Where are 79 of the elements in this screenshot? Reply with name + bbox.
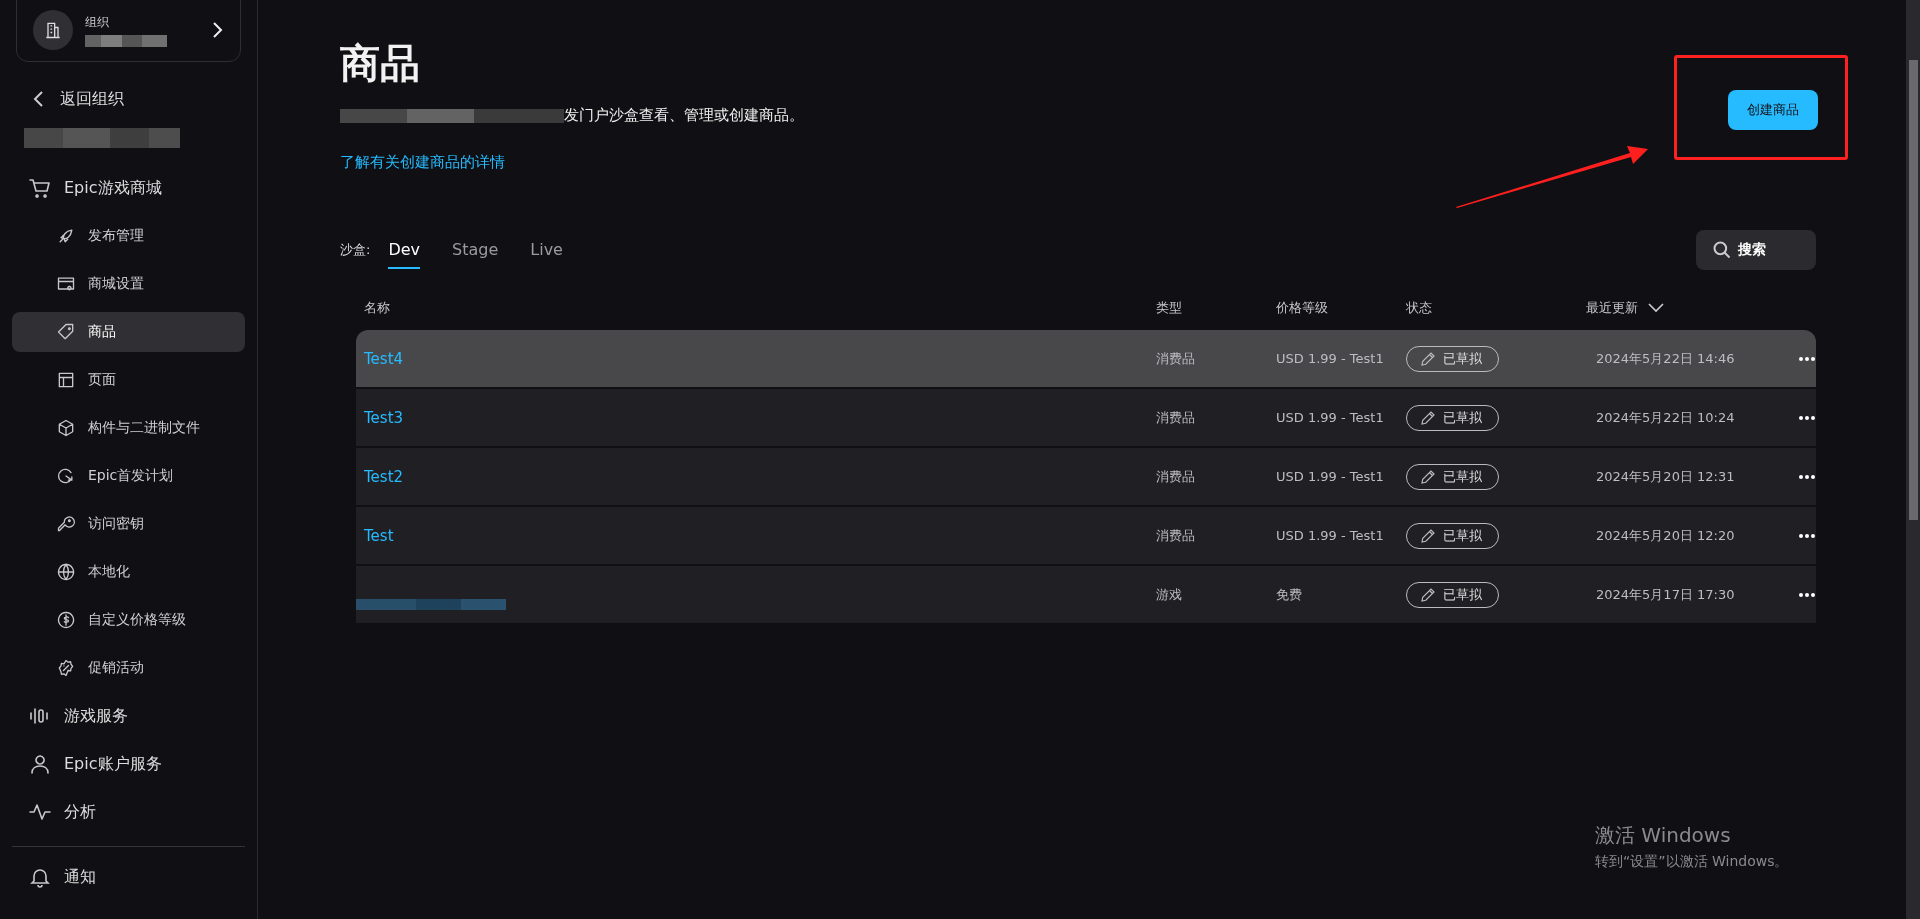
nav-icon — [56, 466, 76, 486]
sort-column-header[interactable]: 最近更新 — [1586, 299, 1766, 317]
caret-icon — [1648, 303, 1664, 313]
search-button[interactable]: 搜索 — [1696, 230, 1816, 270]
building-icon — [33, 10, 73, 50]
table-cell-text: 2024年5月20日 12:20 — [1595, 526, 1736, 545]
page-description: 发门户沙盒查看、管理或创建商品。 — [564, 106, 804, 125]
sandbox-label: 沙盒: — [340, 241, 371, 259]
table-row[interactable]: Test3 消费品 USD 1.99 - Test1 已草拟 2024年5月22日 10:24 — [356, 389, 1816, 446]
nav-item[interactable]: Epic游戏商城 — [12, 164, 245, 212]
nav-item[interactable]: 商品 — [12, 312, 245, 352]
more-icon[interactable] — [1798, 532, 1816, 539]
search-icon — [1712, 240, 1732, 260]
activation-message: 转到“设置”以激活 Windows。 — [1595, 853, 1789, 871]
nav-item[interactable]: 游戏服务 — [12, 692, 245, 740]
organization-card[interactable]: 组织 — [16, 0, 241, 62]
nav-item[interactable]: 自定义价格等级 — [12, 600, 245, 640]
nav-item[interactable]: Epic首发计划 — [12, 456, 245, 496]
table-row[interactable]: Test2 消费品 USD 1.99 - Test1 已草拟 2024年5月20日 12:31 — [356, 448, 1816, 505]
more-icon[interactable] — [1798, 591, 1816, 598]
nav-item[interactable]: 促销活动 — [12, 648, 245, 688]
nav-item[interactable]: 分析 — [12, 788, 245, 836]
table-cell-text: 消费品 — [1156, 467, 1196, 486]
product-link[interactable]: Test4 — [364, 349, 404, 368]
nav-icon — [56, 610, 76, 630]
nav-icon — [56, 562, 76, 582]
nav-icon — [56, 370, 76, 390]
scrollbar[interactable] — [1906, 0, 1920, 919]
table-row[interactable]: 游戏 免费 已草拟 2024年5月17日 17:30 — [356, 566, 1816, 623]
nav-item[interactable]: Epic账户服务 — [12, 740, 245, 788]
chevron-left-icon — [32, 90, 44, 108]
create-button[interactable]: 创建商品 — [1728, 90, 1818, 130]
table-cell-text: USD 1.99 - Test1 — [1276, 469, 1385, 484]
nav-icon — [56, 658, 76, 678]
nav-item[interactable]: 本地化 — [12, 552, 245, 592]
nav-item[interactable]: 页面 — [12, 360, 245, 400]
column-header: 状态 — [1406, 299, 1433, 317]
nav-item[interactable]: 构件与二进制文件 — [12, 408, 245, 448]
column-header: 名称 — [363, 299, 391, 317]
table-cell-text: 消费品 — [1156, 349, 1196, 368]
sandbox-tab[interactable]: Dev — [388, 231, 421, 269]
nav-item[interactable]: 商城设置 — [12, 264, 245, 304]
table-cell-text: 免费 — [1276, 585, 1303, 604]
more-icon[interactable] — [1798, 355, 1816, 362]
table-cell-text: 游戏 — [1156, 585, 1183, 604]
table-cell-text: 消费品 — [1156, 526, 1196, 545]
table-cell-text: USD 1.99 - Test1 — [1276, 410, 1385, 425]
nav-icon — [56, 514, 76, 534]
sandbox-tab[interactable]: Stage — [452, 231, 499, 269]
table-cell-text: 2024年5月17日 17:30 — [1595, 585, 1736, 604]
product-link[interactable]: Test3 — [364, 408, 404, 427]
nav-icon — [28, 752, 52, 776]
learn-more-link[interactable]: 了解有关创建商品的详情 — [340, 153, 505, 172]
page-title: 商品 — [340, 40, 421, 86]
table-cell-text: 2024年5月22日 10:24 — [1595, 408, 1736, 427]
nav-icon — [56, 418, 76, 438]
table-row[interactable]: Test4 消费品 USD 1.99 - Test1 已草拟 2024年5月22日 14:46 — [356, 330, 1816, 387]
nav-item[interactable]: 发布管理 — [12, 216, 245, 256]
column-header: 类型 — [1156, 299, 1183, 317]
table-row[interactable]: Test 消费品 USD 1.99 - Test1 已草拟 2024年5月20日 12:20 — [356, 507, 1816, 564]
notifications-item[interactable]: 通知 — [12, 853, 245, 901]
nav-icon — [56, 322, 76, 342]
activation-title: 激活 Windows — [1595, 822, 1732, 849]
table-cell-text: USD 1.99 - Test1 — [1276, 351, 1385, 366]
more-icon[interactable] — [1798, 473, 1816, 480]
column-header: 价格等级 — [1276, 299, 1329, 317]
sandbox-tab[interactable]: Live — [530, 231, 563, 269]
chevron-right-icon — [212, 21, 224, 39]
table-cell-text: 2024年5月20日 12:31 — [1595, 467, 1736, 486]
nav-item[interactable]: 访问密钥 — [12, 504, 245, 544]
product-link[interactable]: Test — [364, 526, 394, 545]
table-cell-text: 消费品 — [1156, 408, 1196, 427]
nav-icon — [28, 176, 52, 200]
table-cell-text: 2024年5月22日 14:46 — [1595, 349, 1736, 368]
product-link[interactable]: Test2 — [364, 467, 404, 486]
organization-label: 组织 — [85, 13, 110, 31]
table-cell-text: USD 1.99 - Test1 — [1276, 528, 1385, 543]
more-icon[interactable] — [1798, 414, 1816, 421]
back-link[interactable]: 返回组织 — [12, 84, 245, 114]
